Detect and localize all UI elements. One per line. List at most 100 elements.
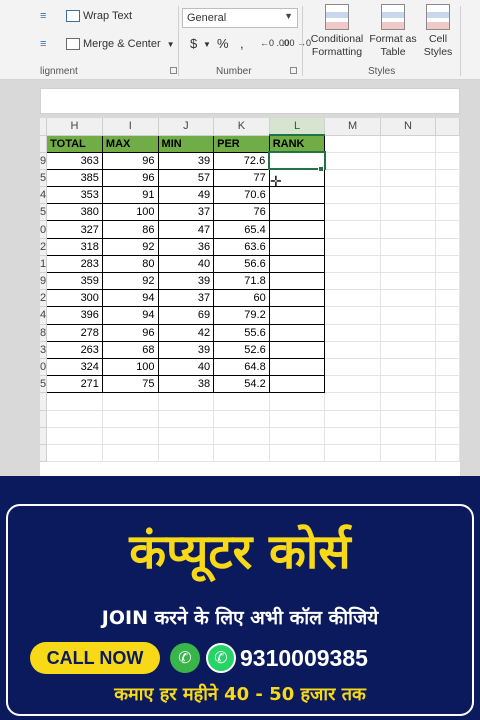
empty-cell[interactable] bbox=[324, 186, 381, 205]
empty-cell[interactable] bbox=[324, 427, 381, 445]
data-cell[interactable]: 318 bbox=[46, 237, 103, 256]
column-header-h[interactable]: H bbox=[46, 118, 103, 136]
empty-cell[interactable] bbox=[324, 341, 381, 359]
empty-cell[interactable] bbox=[158, 444, 215, 463]
data-cell[interactable]: 37 bbox=[157, 203, 215, 222]
data-cell[interactable]: 39 bbox=[157, 271, 215, 291]
empty-cell[interactable] bbox=[380, 358, 437, 377]
number-launcher-icon[interactable] bbox=[290, 67, 297, 74]
empty-cell[interactable] bbox=[435, 255, 460, 274]
empty-cell[interactable] bbox=[269, 427, 326, 445]
number-format-select[interactable]: General ▼ bbox=[182, 8, 298, 28]
rank-cell[interactable] bbox=[268, 323, 326, 342]
empty-cell[interactable] bbox=[324, 272, 381, 291]
rank-cell[interactable] bbox=[268, 237, 326, 256]
row-header[interactable]: 4 bbox=[40, 306, 48, 325]
empty-cell[interactable] bbox=[324, 306, 381, 325]
data-cell[interactable]: 77 bbox=[213, 168, 270, 188]
data-cell[interactable]: 94 bbox=[101, 306, 159, 325]
fill-handle[interactable] bbox=[318, 166, 324, 172]
empty-cell[interactable] bbox=[102, 444, 159, 463]
empty-cell[interactable] bbox=[324, 289, 381, 308]
row-header[interactable]: 2 bbox=[40, 238, 48, 256]
data-cell[interactable]: 69 bbox=[157, 306, 215, 325]
empty-cell[interactable] bbox=[213, 444, 270, 463]
empty-cell[interactable] bbox=[435, 272, 460, 291]
data-cell[interactable]: 92 bbox=[101, 271, 159, 291]
row-header[interactable] bbox=[40, 444, 48, 463]
data-cell[interactable]: 49 bbox=[157, 186, 215, 205]
cell-styles-button[interactable]: Cell Styles bbox=[420, 4, 456, 59]
empty-cell[interactable] bbox=[380, 135, 437, 153]
empty-cell[interactable] bbox=[435, 152, 460, 170]
empty-cell[interactable] bbox=[158, 392, 215, 411]
empty-cell[interactable] bbox=[435, 444, 460, 463]
data-cell[interactable]: 40 bbox=[157, 357, 215, 377]
empty-cell[interactable] bbox=[324, 135, 381, 153]
data-cell[interactable]: 92 bbox=[101, 237, 159, 256]
empty-cell[interactable] bbox=[324, 220, 381, 239]
data-cell[interactable]: 39 bbox=[157, 151, 215, 170]
percent-button[interactable]: % bbox=[217, 36, 229, 51]
data-cell[interactable]: 80 bbox=[101, 254, 159, 274]
empty-cell[interactable] bbox=[380, 289, 437, 308]
empty-cell[interactable] bbox=[324, 152, 381, 170]
empty-cell[interactable] bbox=[324, 444, 381, 463]
data-cell[interactable]: 327 bbox=[46, 220, 103, 239]
active-cell[interactable] bbox=[268, 151, 326, 171]
header-cell-max[interactable]: MAX bbox=[101, 134, 159, 153]
empty-cell[interactable] bbox=[435, 306, 460, 325]
rank-cell[interactable] bbox=[268, 289, 326, 308]
conditional-formatting-button[interactable]: Conditional Formatting bbox=[306, 4, 368, 59]
column-header-n[interactable]: N bbox=[380, 118, 437, 136]
data-cell[interactable]: 91 bbox=[101, 186, 159, 205]
data-cell[interactable]: 100 bbox=[101, 203, 159, 222]
row-header[interactable]: 9 bbox=[40, 272, 48, 291]
empty-cell[interactable] bbox=[158, 427, 215, 445]
row-header[interactable]: 8 bbox=[40, 324, 48, 342]
wrap-text-button[interactable]: Wrap Text bbox=[66, 10, 132, 22]
rank-cell[interactable] bbox=[268, 375, 326, 394]
row-header[interactable]: 9 bbox=[40, 152, 48, 170]
data-cell[interactable]: 47 bbox=[157, 220, 215, 239]
empty-cell[interactable] bbox=[324, 169, 381, 188]
column-header-k[interactable]: K bbox=[213, 118, 270, 136]
empty-cell[interactable] bbox=[435, 135, 460, 153]
data-cell[interactable]: 100 bbox=[101, 357, 159, 377]
data-cell[interactable]: 96 bbox=[101, 151, 159, 170]
empty-cell[interactable] bbox=[324, 255, 381, 274]
empty-cell[interactable] bbox=[380, 375, 437, 394]
phone-number[interactable]: 9310009385 bbox=[240, 640, 368, 676]
empty-cell[interactable] bbox=[213, 410, 270, 428]
empty-cell[interactable] bbox=[380, 341, 437, 359]
data-cell[interactable]: 37 bbox=[157, 289, 215, 308]
data-cell[interactable]: 63.6 bbox=[213, 237, 270, 256]
data-cell[interactable]: 56.6 bbox=[213, 254, 270, 274]
empty-cell[interactable] bbox=[324, 358, 381, 377]
row-header[interactable]: 0 bbox=[40, 358, 48, 377]
data-cell[interactable]: 75 bbox=[101, 375, 159, 394]
empty-cell[interactable] bbox=[102, 392, 159, 411]
empty-cell[interactable] bbox=[269, 444, 326, 463]
data-cell[interactable]: 86 bbox=[101, 220, 159, 239]
data-cell[interactable]: 324 bbox=[46, 357, 103, 377]
rank-cell[interactable] bbox=[268, 306, 326, 325]
row-header[interactable]: 2 bbox=[40, 289, 48, 308]
empty-cell[interactable] bbox=[435, 341, 460, 359]
row-header[interactable] bbox=[40, 392, 48, 411]
data-cell[interactable]: 278 bbox=[46, 323, 103, 342]
empty-cell[interactable] bbox=[435, 358, 460, 377]
empty-cell[interactable] bbox=[324, 324, 381, 342]
empty-cell[interactable] bbox=[324, 203, 381, 222]
data-cell[interactable]: 55.6 bbox=[213, 323, 270, 342]
rank-cell[interactable] bbox=[268, 254, 326, 274]
chevron-down-icon[interactable]: ▼ bbox=[203, 40, 211, 49]
data-cell[interactable]: 94 bbox=[101, 289, 159, 308]
empty-cell[interactable] bbox=[46, 392, 103, 411]
data-cell[interactable]: 68 bbox=[101, 340, 159, 359]
merge-center-button[interactable]: Merge & Center ▼ bbox=[66, 38, 175, 50]
empty-cell[interactable] bbox=[380, 410, 437, 428]
rank-cell[interactable] bbox=[268, 271, 326, 291]
empty-cell[interactable] bbox=[46, 410, 103, 428]
empty-cell[interactable] bbox=[213, 427, 270, 445]
